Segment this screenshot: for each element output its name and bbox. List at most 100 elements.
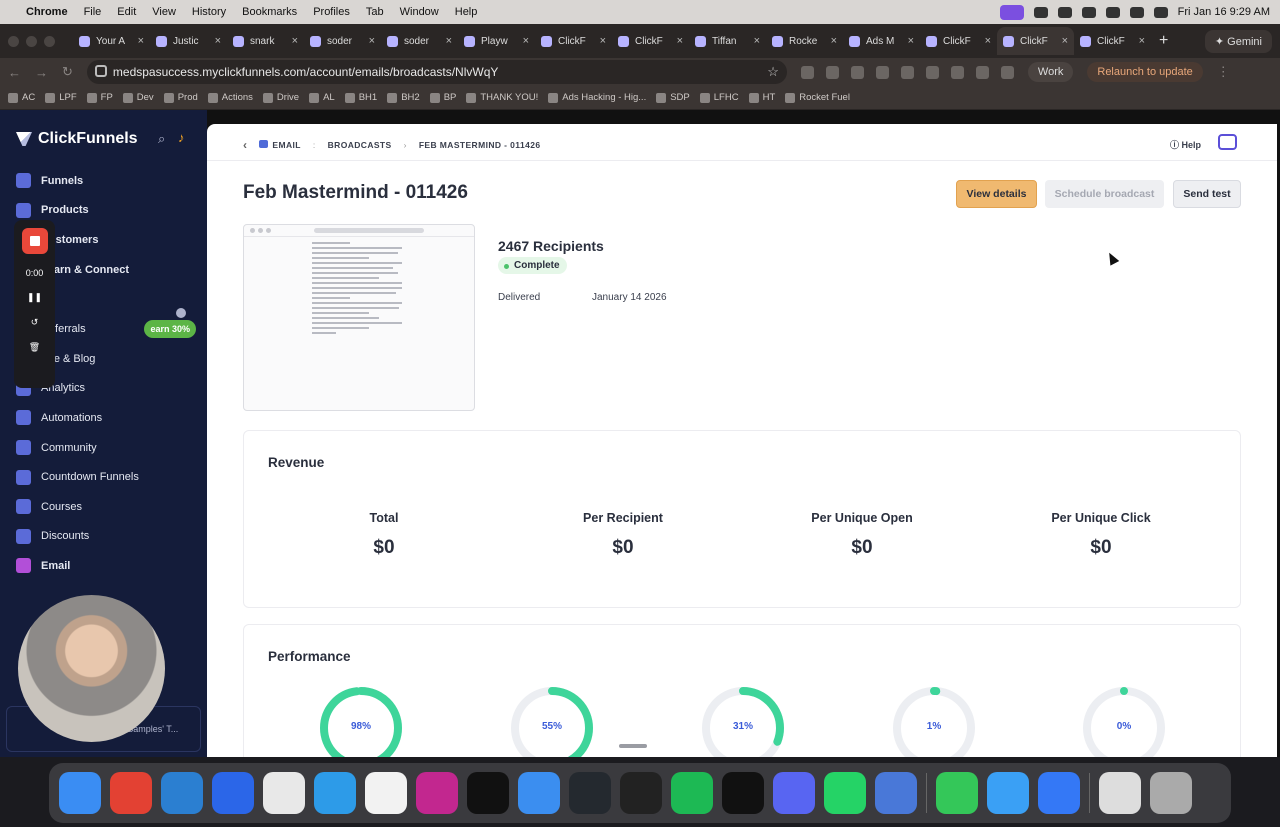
close-tab-icon[interactable]: × — [369, 35, 375, 47]
menu-history[interactable]: History — [192, 6, 226, 18]
extension-icon[interactable] — [825, 65, 839, 79]
control-center-icon[interactable] — [1153, 6, 1168, 18]
menu-view[interactable]: View — [152, 6, 176, 18]
browser-tab[interactable]: Your A × — [73, 27, 150, 55]
menu-app[interactable]: Chrome — [26, 6, 68, 18]
slack-icon[interactable] — [263, 772, 305, 814]
browser-tab[interactable]: soder × — [381, 27, 458, 55]
docker-icon[interactable] — [314, 772, 356, 814]
schedule-broadcast-button[interactable]: Schedule broadcast — [1045, 180, 1164, 208]
menu-bookmarks[interactable]: Bookmarks — [242, 6, 297, 18]
browser-tab[interactable]: ClickF × — [612, 27, 689, 55]
stop-recording-button[interactable] — [21, 228, 48, 254]
forward-icon[interactable]: → — [35, 65, 48, 80]
close-tab-icon[interactable]: × — [215, 35, 221, 47]
wifi-icon[interactable] — [1129, 6, 1144, 18]
sparkle-icon[interactable] — [1033, 6, 1048, 18]
close-tab-icon[interactable]: × — [1062, 35, 1068, 47]
bookmark-item[interactable]: FP — [86, 92, 113, 103]
bookmark-star-icon[interactable]: ☆ — [767, 64, 779, 80]
browser-tab[interactable]: Justic × — [150, 27, 227, 55]
extension-icon[interactable] — [850, 65, 864, 79]
breadcrumb-broadcasts[interactable]: BROADCASTS — [328, 140, 392, 150]
sidebar-item-email[interactable]: Email — [16, 551, 196, 581]
chrome-icon[interactable] — [110, 772, 152, 814]
bookmark-item[interactable]: LFHC — [699, 92, 739, 103]
bookmark-item[interactable]: HT — [748, 92, 775, 103]
clickup-icon[interactable] — [365, 772, 407, 814]
sidebar-item-community[interactable]: Community — [16, 433, 196, 463]
close-tab-icon[interactable]: × — [831, 35, 837, 47]
bookmark-item[interactable]: AC — [8, 92, 35, 103]
bookmark-item[interactable]: Actions — [207, 92, 253, 103]
weather-icon[interactable] — [987, 772, 1029, 814]
view-details-button[interactable]: View details — [956, 180, 1037, 208]
email-preview-thumbnail[interactable] — [243, 224, 475, 411]
sidebar-item-discounts[interactable]: Discounts — [16, 522, 196, 552]
battery-icon[interactable] — [1105, 6, 1120, 18]
help-link[interactable]: ⓘ Help — [1170, 138, 1201, 151]
close-tab-icon[interactable]: × — [985, 35, 991, 47]
terminal-icon[interactable] — [620, 772, 662, 814]
bookmark-item[interactable]: Ads Hacking - Hig... — [548, 92, 646, 103]
bookmark-item[interactable]: THANK YOU! — [466, 92, 538, 103]
reload-icon[interactable]: ↻ — [62, 64, 73, 80]
browser-tab[interactable]: Rocke × — [766, 27, 843, 55]
close-tab-icon[interactable]: × — [754, 35, 760, 47]
extension-icon[interactable] — [800, 65, 814, 79]
extension-icon[interactable] — [950, 65, 964, 79]
discord-icon[interactable] — [773, 772, 815, 814]
bookmark-item[interactable]: SDP — [656, 92, 690, 103]
bookmark-item[interactable]: Rocket Fuel — [785, 92, 850, 103]
trash-icon[interactable]: 🗑 — [29, 342, 40, 353]
whatsapp-icon[interactable] — [824, 772, 866, 814]
gemini-button[interactable]: ✦ Gemini — [1204, 29, 1272, 53]
chatgpt-icon[interactable] — [467, 772, 509, 814]
menu-file[interactable]: File — [84, 6, 102, 18]
relaunch-button[interactable]: Relaunch to update — [1087, 62, 1203, 82]
browser-tab[interactable]: soder × — [304, 27, 381, 55]
address-bar[interactable]: medspasuccess.myclickfunnels.com/account… — [86, 60, 787, 84]
minimize-window-icon[interactable] — [26, 35, 37, 47]
browser-tab[interactable]: ClickF × — [1074, 27, 1151, 55]
onenote-icon[interactable] — [416, 772, 458, 814]
bookmark-item[interactable]: Drive — [262, 92, 299, 103]
clickfunnels-logo[interactable]: ClickFunnels — [16, 130, 138, 148]
browser-tab[interactable]: Playw × — [458, 27, 535, 55]
pause-icon[interactable]: ❚❚ — [27, 292, 42, 303]
menu-edit[interactable]: Edit — [117, 6, 136, 18]
bookmark-item[interactable]: BP — [429, 92, 456, 103]
zoom-window-icon[interactable] — [44, 35, 55, 47]
screen-record-icon[interactable] — [999, 4, 1024, 20]
bookmark-item[interactable]: LPF — [45, 92, 77, 103]
menu-profiles[interactable]: Profiles — [313, 6, 350, 18]
phone-icon[interactable] — [936, 772, 978, 814]
close-tab-icon[interactable]: × — [446, 35, 452, 47]
trash-icon[interactable] — [1150, 772, 1192, 814]
stats-icon[interactable] — [1057, 6, 1072, 18]
close-tab-icon[interactable]: × — [138, 35, 144, 47]
send-test-button[interactable]: Send test — [1173, 180, 1241, 208]
extension-icon[interactable] — [925, 65, 939, 79]
close-tab-icon[interactable]: × — [292, 35, 298, 47]
close-window-icon[interactable] — [8, 35, 19, 47]
menu-tab[interactable]: Tab — [366, 6, 384, 18]
sidebar-item-countdown-funnels[interactable]: Countdown Funnels — [16, 462, 196, 492]
extensions-puzzle-icon[interactable] — [1000, 65, 1014, 79]
telegram-icon[interactable] — [518, 772, 560, 814]
settings-icon[interactable] — [1038, 772, 1080, 814]
back-icon[interactable]: ← — [8, 65, 21, 80]
close-tab-icon[interactable]: × — [1139, 35, 1145, 47]
add-icon[interactable] — [176, 308, 186, 318]
browser-tab[interactable]: Tiffan × — [689, 27, 766, 55]
capcut-icon[interactable] — [722, 772, 764, 814]
sidebar-item-courses[interactable]: Courses — [16, 492, 196, 522]
menu-window[interactable]: Window — [400, 6, 439, 18]
vscode-icon[interactable] — [161, 772, 203, 814]
assistant-icon[interactable] — [1218, 134, 1237, 150]
bookmark-item[interactable]: Dev — [122, 92, 154, 103]
github-icon[interactable] — [569, 772, 611, 814]
browser-tab[interactable]: Ads M × — [843, 27, 920, 55]
bookmark-item[interactable]: BH1 — [344, 92, 377, 103]
search-icon[interactable]: ⌕ — [158, 131, 165, 147]
